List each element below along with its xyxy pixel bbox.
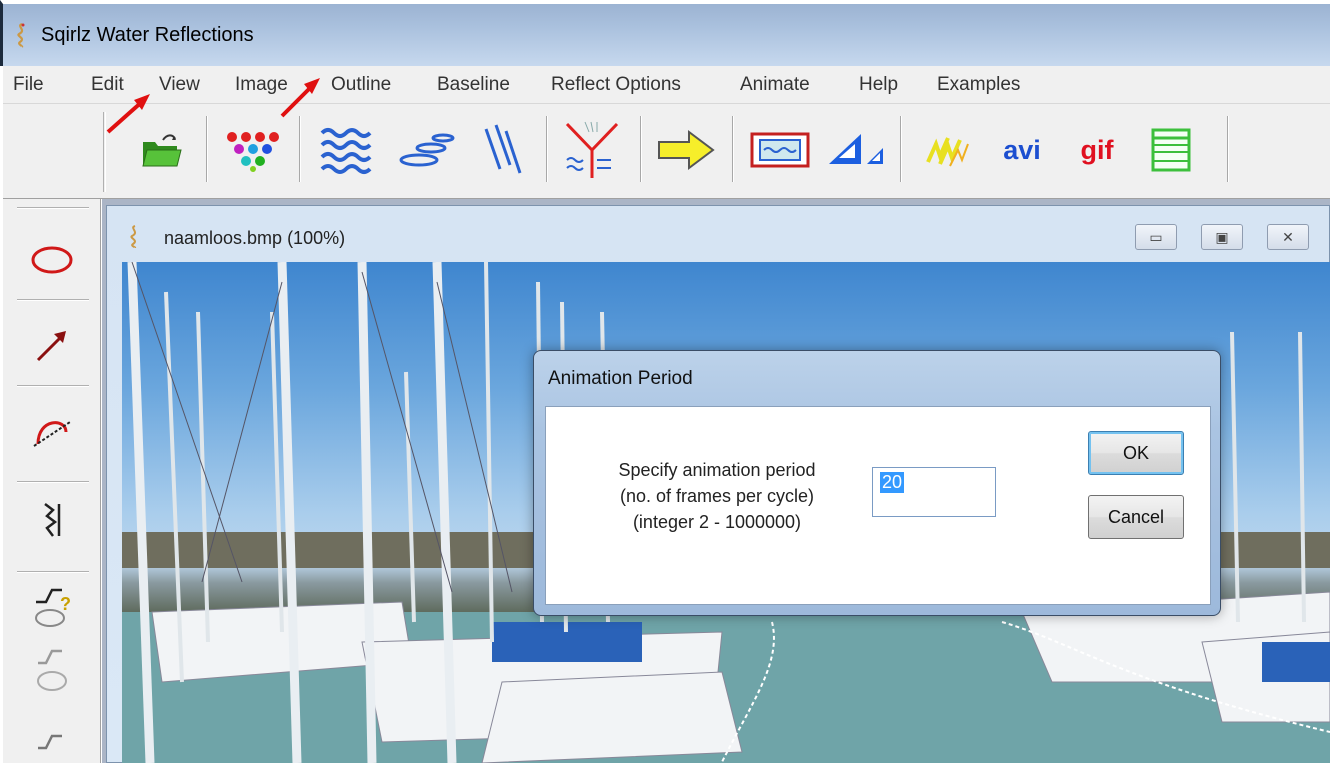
document-logo-icon: [130, 225, 137, 248]
ellipse-icon: [31, 246, 73, 274]
arc-tool[interactable]: [29, 407, 75, 453]
svg-text:?: ?: [60, 594, 71, 614]
outline-curve-icon: [38, 734, 62, 750]
dialog-prompt: Specify animation period (no. of frames …: [576, 457, 858, 535]
diagonal-arrow-icon: [36, 331, 66, 362]
toolbar-separator: [732, 116, 734, 182]
tool-separator: [17, 481, 89, 483]
menu-file[interactable]: File: [13, 74, 44, 96]
ripples-icon: [399, 133, 455, 167]
minimize-icon: ▭: [1149, 228, 1163, 245]
window-title: Sqirlz Water Reflections: [41, 24, 254, 46]
prompt-line: (no. of frames per cycle): [619, 486, 815, 506]
arc-icon: [33, 421, 71, 447]
dialog-body: Specify animation period (no. of frames …: [545, 406, 1211, 605]
menu-baseline[interactable]: Baseline: [437, 74, 510, 96]
frames-list-icon: [1151, 128, 1191, 172]
perspective-button[interactable]: [823, 122, 889, 178]
toolbar-separator: [546, 116, 548, 182]
zigzag-line-icon: [44, 503, 61, 537]
menu-animate[interactable]: Animate: [740, 74, 810, 96]
prompt-line: (integer 2 - 1000000): [632, 512, 802, 532]
arrow-right-icon: [658, 130, 715, 170]
tool-separator: [17, 571, 89, 573]
app-logo-icon: [17, 22, 25, 48]
restore-button[interactable]: ▣: [1201, 224, 1243, 250]
animation-period-input[interactable]: [872, 467, 996, 517]
left-tool-strip: ?: [3, 199, 101, 763]
menu-outline[interactable]: Outline: [331, 74, 391, 96]
outline-curve-icon: [37, 649, 67, 691]
tool-separator: [17, 207, 89, 209]
reflect-icon: [565, 121, 619, 178]
menu-examples[interactable]: Examples: [937, 74, 1020, 96]
rain-button[interactable]: [473, 122, 533, 178]
tool-separator: [17, 385, 89, 387]
restore-icon: ▣: [1215, 228, 1229, 245]
animation-period-dialog: Animation Period Specify animation perio…: [533, 350, 1221, 616]
toolbar-separator: [1227, 116, 1229, 182]
rain-icon: [484, 124, 522, 174]
animate-button[interactable]: [915, 122, 981, 178]
ok-button[interactable]: OK: [1088, 431, 1184, 475]
gif-export-button[interactable]: gif: [1067, 122, 1127, 178]
triangle-ruler-icon: [829, 134, 883, 164]
reflect-button[interactable]: [559, 121, 625, 178]
dialog-title: Animation Period: [548, 368, 693, 389]
close-button[interactable]: ✕: [1267, 224, 1309, 250]
cancel-button[interactable]: Cancel: [1088, 495, 1184, 539]
baseline-tool[interactable]: [29, 497, 75, 543]
minimize-button[interactable]: ▭: [1135, 224, 1177, 250]
preview-button[interactable]: [747, 122, 813, 178]
prompt-line: Specify animation period: [618, 460, 816, 480]
frames-button[interactable]: [1141, 122, 1201, 178]
toolbar-separator: [640, 116, 642, 182]
document-title: naamloos.bmp (100%): [164, 228, 346, 248]
next-arrow-button[interactable]: [653, 122, 719, 178]
outline-question-tool[interactable]: ?: [29, 581, 75, 627]
toolbar-separator: [900, 116, 902, 182]
animation-waves-icon: [926, 137, 969, 167]
image-preview-icon: [750, 132, 810, 168]
ripples-button[interactable]: [395, 122, 459, 178]
menu-reflect-options[interactable]: Reflect Options: [551, 74, 681, 96]
outline-question-icon: ?: [35, 588, 71, 627]
arrow-tool[interactable]: [29, 323, 75, 369]
outline-tool[interactable]: [29, 645, 75, 691]
close-icon: ✕: [1282, 228, 1294, 245]
tool-separator: [17, 299, 89, 301]
title-bar: Sqirlz Water Reflections: [0, 0, 1330, 66]
avi-export-button[interactable]: avi: [989, 122, 1055, 178]
annotation-arrows: [106, 78, 320, 134]
ellipse-tool[interactable]: [29, 237, 75, 283]
outline-tool-2[interactable]: [29, 715, 75, 761]
menu-help[interactable]: Help: [859, 74, 898, 96]
